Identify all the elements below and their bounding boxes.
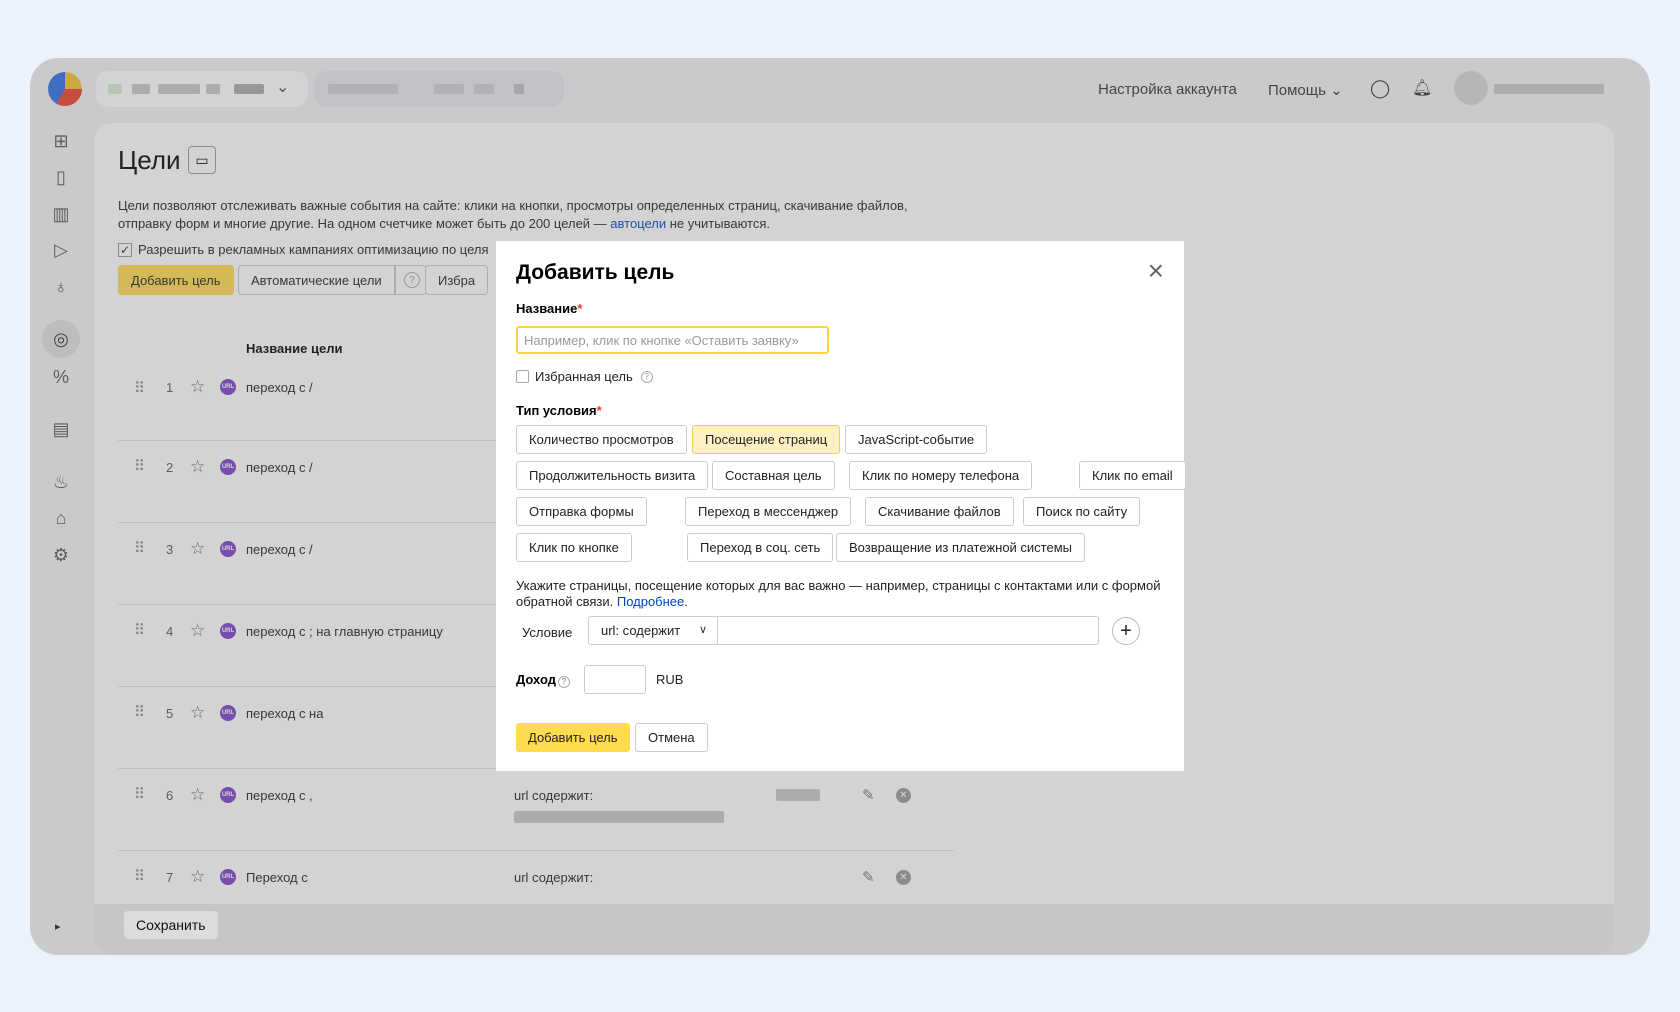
add-goal-modal: Добавить цель × Название* Избранная цель… [496, 241, 1186, 771]
modal-title: Добавить цель [516, 261, 675, 284]
condition-type-text: Тип условия [516, 403, 597, 418]
favorite-label: Избранная цель [535, 369, 633, 384]
chip-composite-goal[interactable]: Составная цель [712, 461, 835, 490]
more-link[interactable]: Подробнее [617, 594, 684, 609]
help-icon[interactable]: ? [557, 675, 570, 688]
hint-body: Укажите страницы, посещение которых для … [516, 578, 1161, 609]
sidebar-expand-icon[interactable]: ▸ [55, 920, 61, 933]
currency-label: RUB [656, 672, 684, 687]
chip-messenger[interactable]: Переход в мессенджер [685, 497, 852, 526]
favorite-checkbox[interactable] [516, 370, 529, 383]
chip-phone-click[interactable]: Клик по номеру телефона [849, 461, 1033, 490]
chip-form-submit[interactable]: Отправка формы [516, 497, 647, 526]
add-condition-icon[interactable]: + [1112, 617, 1140, 645]
condition-value-input[interactable] [717, 616, 1099, 645]
chip-email-click[interactable]: Клик по email [1079, 461, 1186, 490]
name-field-label: Название* [516, 301, 582, 316]
chip-button-click[interactable]: Клик по кнопке [516, 533, 632, 562]
save-button[interactable]: Сохранить [124, 911, 218, 939]
income-label: Доход? [516, 672, 570, 688]
chevron-down-icon: ∨ [698, 624, 707, 636]
cancel-button[interactable]: Отмена [635, 723, 708, 752]
hint-text: Укажите страницы, посещение которых для … [516, 578, 1166, 610]
condition-select-value: url: содержит [601, 623, 681, 638]
condition-label: Условие [522, 625, 573, 640]
chip-file-download[interactable]: Скачивание файлов [865, 497, 1014, 526]
add-goal-submit-button[interactable]: Добавить цель [516, 723, 630, 752]
help-icon[interactable]: ? [640, 370, 653, 383]
goal-name-input[interactable] [516, 326, 829, 354]
chip-social-network[interactable]: Переход в соц. сеть [687, 533, 834, 562]
chip-page-visits[interactable]: Посещение страниц [692, 425, 841, 454]
chip-pageviews[interactable]: Количество просмотров [516, 425, 687, 454]
app-window: ⌄ Настройка аккаунта Помощь ⌄ ◯ 🔔︎ ⊞ ▯ ▥… [30, 58, 1650, 955]
chip-js-event[interactable]: JavaScript-событие [845, 425, 988, 454]
income-input[interactable] [584, 665, 646, 694]
favorite-goal-row[interactable]: Избранная цель ? [516, 369, 653, 384]
income-label-text: Доход [516, 672, 556, 687]
required-mark: * [596, 403, 602, 418]
close-icon[interactable]: × [1148, 257, 1164, 285]
name-label-text: Название [516, 301, 578, 316]
condition-select[interactable]: url: содержит ∨ [588, 616, 718, 645]
hint-end: . [684, 594, 688, 609]
chip-visit-duration[interactable]: Продолжительность визита [516, 461, 709, 490]
required-mark: * [577, 301, 583, 316]
chip-site-search[interactable]: Поиск по сайту [1023, 497, 1141, 526]
condition-type-label: Тип условия* [516, 403, 602, 418]
chip-payment-return[interactable]: Возвращение из платежной системы [836, 533, 1085, 562]
